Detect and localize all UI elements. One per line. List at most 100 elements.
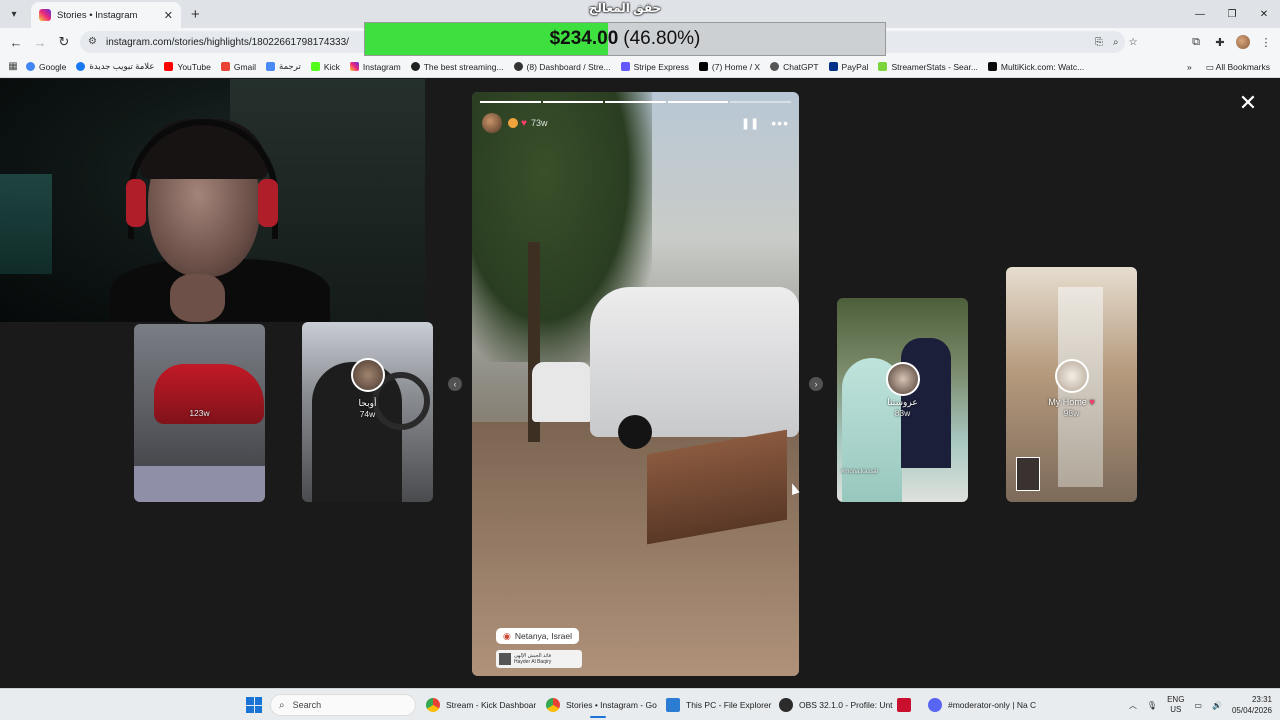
background-monitor [0, 174, 52, 274]
extension-icon[interactable]: ⧉ [1188, 36, 1204, 49]
card-footer-image [134, 466, 265, 502]
x-icon [698, 62, 708, 71]
site-info-icon[interactable]: ⚙ [88, 36, 100, 48]
bookmark-dashboard[interactable]: (8) Dashboard / Stre... [513, 62, 611, 72]
location-pin-icon: ◉ [503, 630, 511, 641]
close-tab-icon[interactable]: ✕ [164, 9, 173, 22]
location-sticker[interactable]: ◉ Netanya, Israel [496, 628, 580, 644]
bookmark-new-tab-ar[interactable]: علامة تبويب جديدة [76, 61, 154, 72]
next-story-icon[interactable]: › [809, 377, 823, 391]
back-icon[interactable]: ← [4, 30, 28, 54]
highlight-card-4[interactable]: My Home ♥ 98w [1006, 267, 1137, 502]
highlight-label: My Home ♥ [1048, 397, 1095, 407]
bookmark-paypal[interactable]: PayPal [828, 62, 868, 72]
goal-title: حقق المعالج [588, 1, 662, 15]
taskbar-search[interactable]: ⌕ Search [270, 694, 416, 716]
streamer-hand [170, 274, 225, 322]
goal-percent: (46.80%) [623, 28, 701, 49]
microphone-icon[interactable]: 🎙 [1147, 701, 1157, 710]
tab-instagram-stories[interactable]: Stories • Instagram ✕ [31, 2, 181, 28]
system-tray: ︿ 🎙 ENG US ▭ 🔊 23:31 05/04/2026 [1129, 689, 1272, 720]
previous-story-icon[interactable]: ‹ [448, 377, 462, 391]
extensions-puzzle-icon[interactable]: ✚ [1212, 36, 1228, 49]
taskbar-app-adobe[interactable] [897, 693, 917, 717]
folder-icon: ▭ [1205, 61, 1216, 72]
mention-sticker[interactable]: قائد الجيش الإلهي Hayder Al Baqiry [496, 650, 582, 668]
location-text: Netanya, Israel [514, 631, 573, 641]
search-icon: ⌕ [279, 699, 285, 711]
new-tab-icon[interactable]: + [191, 6, 200, 23]
story-author-avatar[interactable] [482, 113, 502, 133]
chatgpt-icon [770, 62, 780, 71]
forward-icon[interactable]: → [28, 30, 52, 54]
apps-grid-icon[interactable]: ▦ [0, 61, 26, 72]
highlight-card-3[interactable]: عروستنا 83w #mona.kassar [837, 298, 968, 502]
menu-kebab-icon[interactable]: ⋮ [1258, 36, 1274, 49]
window-controls: — ❐ ✕ [1184, 0, 1280, 28]
profile-avatar[interactable] [1236, 35, 1250, 49]
close-window-icon[interactable]: ✕ [1248, 0, 1280, 28]
goal-progress-bar: $234.00 (46.80%) [364, 22, 886, 56]
highlight-age: 83w [894, 408, 911, 418]
minimize-icon[interactable]: — [1184, 0, 1216, 28]
more-options-icon[interactable]: ••• [771, 115, 789, 131]
taskbar-app-discord[interactable]: #moderator-only | Na C [928, 693, 1036, 717]
bookmark-streamerstats[interactable]: StreamerStats - Sear... [878, 62, 978, 72]
webcam-overlay [0, 79, 425, 322]
all-bookmarks-folder[interactable]: ▭ All Bookmarks [1206, 62, 1270, 73]
taskbar-app-instagram[interactable]: Stories • Instagram - Go [546, 693, 657, 718]
tray-chevron-icon[interactable]: ︿ [1129, 700, 1137, 711]
chrome-icon [426, 698, 440, 712]
highlight-overlay-text: #mona.kassar [841, 469, 879, 475]
zoom-icon[interactable]: ⌕ [1113, 37, 1119, 48]
streamerstats-icon [878, 62, 888, 71]
clock[interactable]: 23:31 05/04/2026 [1232, 694, 1272, 716]
gmail-icon [220, 62, 230, 71]
bookmark-kick[interactable]: Kick [310, 62, 340, 72]
lang-top: ENG [1167, 695, 1185, 704]
pause-icon[interactable]: ❚❚ [741, 117, 759, 130]
youtube-icon [164, 62, 174, 71]
bookmark-chatgpt[interactable]: ChatGPT [770, 62, 819, 72]
bookmark-star-icon[interactable]: ☆ [1129, 37, 1138, 48]
highlight-age: 123w [189, 408, 210, 418]
headset-earcup-left [126, 179, 146, 227]
bookmark-x-home[interactable]: (7) Home / X [698, 62, 760, 72]
more-bookmarks-icon[interactable]: » [1187, 62, 1192, 72]
donation-goal-overlay: حقق المعالج $234.00 (46.80%) [364, 0, 886, 56]
story-white-van [590, 287, 799, 449]
story-progress-segment [605, 101, 666, 103]
multikick-icon [987, 62, 997, 71]
highlight-card-1[interactable]: 123w [134, 324, 265, 502]
streaming-site-icon [410, 62, 420, 71]
display-icon[interactable]: ▭ [1194, 701, 1202, 710]
volume-icon[interactable]: 🔊 [1212, 701, 1222, 710]
active-story[interactable]: ♥ 73w ❚❚ ••• ◉ Netanya, Israel قائد الجي… [472, 92, 799, 676]
bookmark-google[interactable]: Google [26, 62, 66, 72]
search-placeholder: Search [292, 700, 322, 710]
language-indicator[interactable]: ENG US [1167, 695, 1184, 715]
bookmark-youtube[interactable]: YouTube [164, 62, 211, 72]
adobe-icon [897, 698, 911, 712]
screen: ▾ Stories • Instagram ✕ + — ❐ ✕ ← → ↻ ⚙ … [0, 0, 1280, 720]
windows-taskbar: ⌕ Search Stream - Kick Dashboar Stories … [0, 688, 1280, 720]
taskbar-app-file-explorer[interactable]: This PC - File Explorer [666, 693, 772, 717]
bookmark-instagram[interactable]: Instagram [349, 62, 401, 72]
taskbar-app-kick-dashboard[interactable]: Stream - Kick Dashboar [426, 693, 536, 717]
close-stories-icon[interactable]: ✕ [1236, 91, 1260, 115]
start-windows-icon[interactable] [246, 697, 262, 713]
taskbar-app-obs[interactable]: OBS 32.1.0 - Profile: Unt [779, 693, 893, 717]
install-app-icon[interactable]: ⎘ [1095, 37, 1103, 48]
highlight-card-2[interactable]: أوبحا 74w [302, 322, 433, 502]
bookmark-gmail[interactable]: Gmail [220, 62, 256, 72]
bookmark-best-streaming[interactable]: The best streaming... [410, 62, 504, 72]
reload-icon[interactable]: ↻ [52, 30, 76, 54]
restore-icon[interactable]: ❐ [1216, 0, 1248, 28]
bookmark-translate[interactable]: ترجمة [266, 61, 301, 72]
bookmark-stripe[interactable]: Stripe Express [620, 62, 689, 72]
tab-search-icon[interactable]: ▾ [3, 3, 25, 25]
bookmark-multikick[interactable]: MultiKick.com: Watc... [987, 62, 1084, 72]
highlight-avatar [350, 358, 385, 392]
clock-date: 05/04/2026 [1231, 706, 1272, 715]
google-icon [26, 62, 35, 71]
